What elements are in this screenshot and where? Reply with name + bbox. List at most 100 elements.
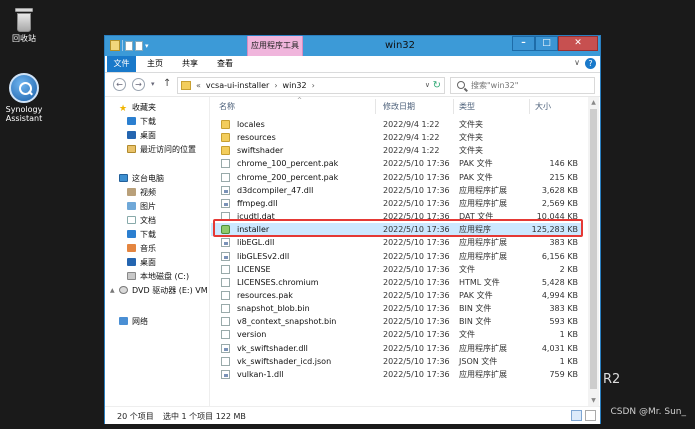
desktop-icon: [127, 131, 136, 139]
file-row[interactable]: vulkan-1.dll 2022/5/10 17:36 应用程序扩展 759 KB: [211, 368, 581, 381]
maximize-button[interactable]: □: [535, 36, 558, 51]
nav-downloads[interactable]: 下载: [127, 115, 156, 128]
file-row[interactable]: libGLESv2.dll 2022/5/10 17:36 应用程序扩展 6,156 …: [211, 250, 581, 263]
synology-label-line2: Assistant: [5, 114, 43, 123]
vertical-scrollbar[interactable]: ▲ ▼: [588, 97, 599, 406]
forward-button[interactable]: →: [132, 78, 145, 91]
nav-recent[interactable]: 最近访问的位置: [127, 143, 196, 156]
details-view-icon[interactable]: [571, 410, 582, 421]
nav-label: 图片: [140, 202, 156, 211]
file-type: 应用程序扩展: [459, 369, 507, 379]
file-name: chrome_100_percent.pak: [237, 159, 339, 169]
file-type: 文件夹: [459, 133, 483, 143]
breadcrumb-overflow[interactable]: «: [196, 81, 201, 90]
nav-documents[interactable]: 文档: [127, 214, 156, 227]
title-bar[interactable]: ▾ 应用程序工具 win32 – □ ✕: [105, 36, 600, 56]
context-tab-app-tools[interactable]: 应用程序工具: [247, 36, 303, 56]
tab-share[interactable]: 共享: [177, 56, 203, 72]
tab-view[interactable]: 查看: [212, 56, 238, 72]
large-icons-view-icon[interactable]: [585, 410, 596, 421]
file-row[interactable]: LICENSE 2022/5/10 17:36 文件 2 KB: [211, 263, 581, 276]
file-row[interactable]: libEGL.dll 2022/5/10 17:36 应用程序扩展 383 KB: [211, 236, 581, 249]
breadcrumb-item[interactable]: win32: [283, 81, 307, 90]
nav-desktop[interactable]: 桌面: [127, 129, 156, 142]
nav-dvd-drive[interactable]: DVD 驱动器 (E:) VM: [119, 284, 208, 297]
file-row[interactable]: locales 2022/9/4 1:22 文件夹: [211, 118, 581, 131]
back-button[interactable]: ←: [113, 78, 126, 91]
recycle-bin-shortcut[interactable]: 回收站: [0, 8, 48, 43]
file-name: vulkan-1.dll: [237, 369, 284, 379]
nav-favorites[interactable]: ★ 收藏夹: [119, 101, 156, 114]
expand-arrow-icon[interactable]: ▲: [110, 287, 115, 294]
recent-places-icon: [127, 145, 136, 153]
close-button[interactable]: ✕: [558, 36, 598, 51]
file-row[interactable]: snapshot_blob.bin 2022/5/10 17:36 BIN 文件 38…: [211, 302, 581, 315]
nav-videos[interactable]: 视频: [127, 186, 156, 199]
file-row[interactable]: LICENSES.chromium 2022/5/10 17:36 HTML 文件 5…: [211, 276, 581, 289]
file-row[interactable]: v8_context_snapshot.bin 2022/5/10 17:36 BI…: [211, 315, 581, 328]
folder-icon: [221, 133, 230, 143]
file-size: 4,031 KB: [541, 343, 578, 353]
file-row[interactable]: d3dcompiler_47.dll 2022/5/10 17:36 应用程序扩展 3…: [211, 184, 581, 197]
nav-pictures[interactable]: 图片: [127, 200, 156, 213]
breadcrumb-separator[interactable]: ›: [312, 81, 315, 90]
file-row[interactable]: version 2022/5/10 17:36 文件 1 KB: [211, 328, 581, 341]
column-header-size[interactable]: 大小: [535, 101, 551, 113]
installer-highlight-box: [213, 219, 583, 237]
file-type: BIN 文件: [459, 304, 492, 314]
file-type: 应用程序扩展: [459, 198, 507, 208]
file-row[interactable]: chrome_200_percent.pak 2022/5/10 17:36 PAK…: [211, 171, 581, 184]
column-divider[interactable]: [375, 99, 376, 114]
ribbon-controls: ∨ ?: [574, 58, 596, 69]
new-folder-icon[interactable]: [135, 40, 143, 51]
address-dropdown-icon[interactable]: ∨: [425, 81, 430, 89]
recent-locations-chevron-icon[interactable]: ▾: [151, 80, 155, 88]
help-icon[interactable]: ?: [585, 58, 596, 69]
column-header-name[interactable]: 名称: [219, 101, 235, 113]
file-row[interactable]: swiftshader 2022/9/4 1:22 文件夹: [211, 144, 581, 157]
scroll-up-icon[interactable]: ▲: [588, 97, 599, 108]
selection-info: 选中 1 个项目 122 MB: [163, 412, 246, 421]
file-row[interactable]: chrome_100_percent.pak 2022/5/10 17:36 PAK…: [211, 157, 581, 170]
dll-file-icon: [221, 185, 230, 195]
file-icon: [221, 304, 230, 314]
synology-assistant-shortcut[interactable]: Synology Assistant: [0, 73, 48, 123]
address-box[interactable]: « vcsa-ui-installer › win32 › ∨ ↻: [177, 77, 445, 94]
column-divider[interactable]: [453, 99, 454, 114]
customize-toolbar-icon[interactable]: ▾: [145, 41, 153, 51]
file-icon: [221, 172, 230, 182]
tab-file[interactable]: 文件: [107, 56, 136, 72]
scroll-down-icon[interactable]: ▼: [588, 395, 599, 406]
column-header-type[interactable]: 类型: [459, 101, 475, 113]
breadcrumb-separator[interactable]: ›: [274, 81, 277, 90]
nav-this-pc[interactable]: 这台电脑: [119, 172, 164, 185]
refresh-icon[interactable]: ↻: [433, 80, 441, 91]
nav-desktop-pc[interactable]: 桌面: [127, 256, 156, 269]
file-date: 2022/5/10 17:36: [383, 251, 450, 261]
column-header-date[interactable]: 修改日期: [383, 101, 415, 113]
file-size: 1 KB: [559, 330, 578, 340]
scroll-thumb[interactable]: [590, 109, 597, 389]
expand-ribbon-icon[interactable]: ∨: [574, 58, 580, 69]
breadcrumb-item[interactable]: vcsa-ui-installer: [206, 81, 269, 90]
search-box[interactable]: [450, 77, 595, 94]
tab-home[interactable]: 主页: [143, 56, 167, 72]
file-row[interactable]: vk_swiftshader.dll 2022/5/10 17:36 应用程序扩展 4…: [211, 342, 581, 355]
file-row[interactable]: vk_swiftshader_icd.json 2022/5/10 17:36 JS…: [211, 355, 581, 368]
documents-icon: [127, 216, 136, 224]
column-divider[interactable]: [529, 99, 530, 114]
up-button[interactable]: ↑: [163, 78, 171, 89]
properties-icon[interactable]: [125, 40, 133, 51]
file-size: 2,569 KB: [541, 198, 578, 208]
file-row[interactable]: resources 2022/9/4 1:22 文件夹: [211, 131, 581, 144]
nav-network[interactable]: 网络: [119, 315, 148, 328]
search-input[interactable]: [471, 79, 589, 92]
nav-local-disk[interactable]: 本地磁盘 (C:): [127, 270, 189, 283]
nav-downloads-pc[interactable]: 下载: [127, 228, 156, 241]
minimize-button[interactable]: –: [512, 36, 535, 51]
nav-music[interactable]: 音乐: [127, 242, 156, 255]
breadcrumb: « vcsa-ui-installer › win32 ›: [196, 81, 315, 90]
file-row[interactable]: resources.pak 2022/5/10 17:36 PAK 文件 4,994 …: [211, 289, 581, 302]
file-row[interactable]: ffmpeg.dll 2022/5/10 17:36 应用程序扩展 2,569 KB: [211, 197, 581, 210]
file-type: PAK 文件: [459, 290, 493, 300]
